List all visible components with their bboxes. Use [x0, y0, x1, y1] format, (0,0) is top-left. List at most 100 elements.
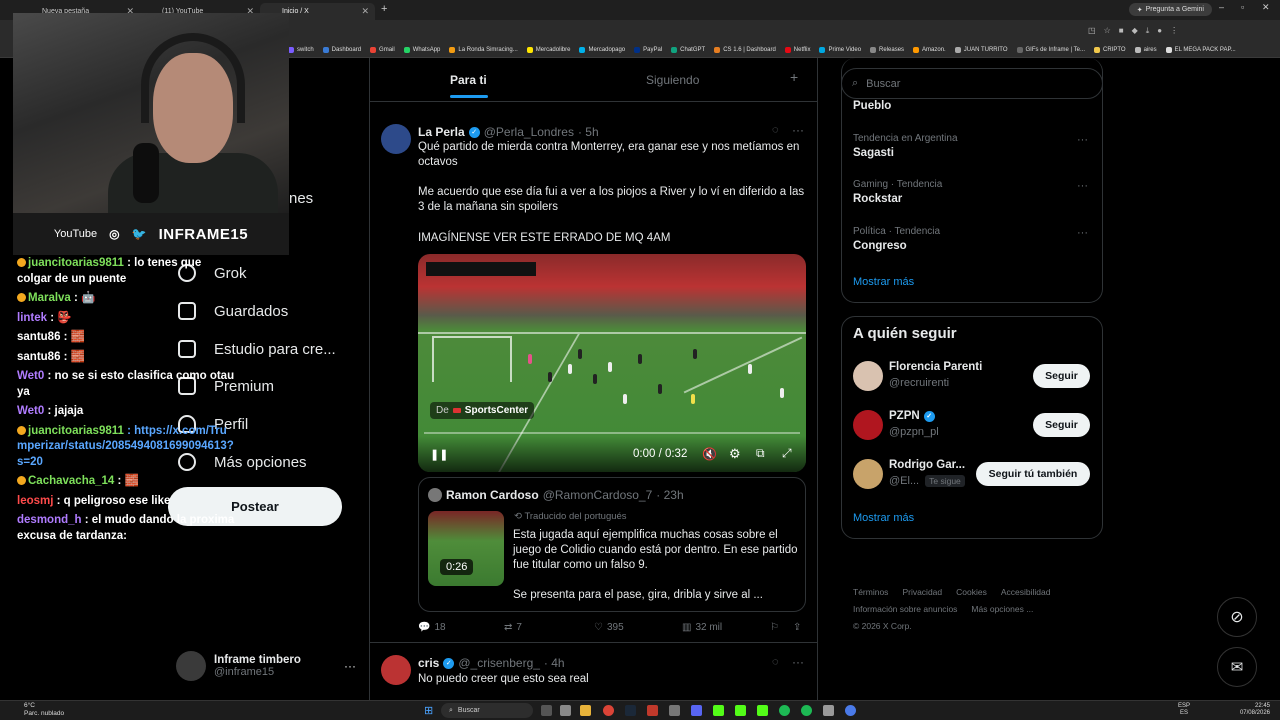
kick-icon[interactable]: [713, 705, 724, 716]
extension-icon[interactable]: ◆: [1132, 26, 1138, 36]
bookmark-item[interactable]: WhatsApp: [403, 46, 440, 53]
chat-username[interactable]: santu86: [17, 331, 60, 343]
views-button[interactable]: ▥ 32 mil: [682, 622, 722, 633]
discord-icon[interactable]: [691, 705, 702, 716]
footer-link[interactable]: Accesibilidad: [1001, 584, 1051, 601]
like-button[interactable]: ♡ 395: [594, 622, 624, 633]
follow-show-more-link[interactable]: Mostrar más: [853, 512, 914, 524]
menu-icon[interactable]: ⋮: [1170, 26, 1178, 36]
add-feed-icon[interactable]: +: [790, 69, 798, 85]
start-icon[interactable]: ⊞: [424, 704, 433, 717]
avatar[interactable]: [381, 124, 411, 154]
grok-icon[interactable]: ◌: [772, 656, 779, 668]
bookmark-item[interactable]: switch: [288, 46, 314, 53]
footer-link[interactable]: Información sobre anuncios: [853, 601, 957, 618]
profile-icon[interactable]: ●: [1157, 26, 1162, 36]
messages-float-button[interactable]: ✉: [1217, 647, 1257, 687]
bookmark-item[interactable]: CRIPTO: [1094, 46, 1126, 53]
bookmark-item[interactable]: EL MEGA PACK PAP...: [1165, 46, 1236, 53]
suggested-user-name[interactable]: Florencia Parenti: [889, 361, 982, 373]
steam-icon[interactable]: [625, 705, 636, 716]
avatar[interactable]: [853, 459, 883, 489]
author-handle[interactable]: @_crisenberg_: [458, 656, 540, 670]
footer-link[interactable]: Más opciones ...: [971, 601, 1033, 618]
translation-notice[interactable]: ⟲ Traducido del portugués: [514, 511, 627, 522]
suggested-user-name[interactable]: Rodrigo Gar...: [889, 459, 965, 471]
more-icon[interactable]: ···: [792, 123, 804, 137]
pause-icon[interactable]: ❚❚: [430, 448, 448, 461]
chat-username[interactable]: juancitoarias9811: [28, 257, 124, 269]
repost-button[interactable]: ⇄ 7: [504, 622, 522, 633]
tab-following[interactable]: Siguiendo: [646, 73, 699, 87]
bookmark-item[interactable]: Mercadolibre: [526, 46, 570, 53]
reply-button[interactable]: 💬 18: [418, 622, 446, 633]
more-icon[interactable]: ···: [344, 659, 356, 673]
bookmark-item[interactable]: Amazon.: [913, 46, 946, 53]
picture-in-picture-icon[interactable]: ⧉: [756, 446, 765, 461]
weather-widget[interactable]: 6°C Parc. nublado: [8, 702, 64, 718]
minimize-icon[interactable]: –: [1219, 2, 1224, 12]
chat-username[interactable]: Wet0: [17, 370, 44, 382]
tweet-time[interactable]: · 5h: [578, 125, 599, 139]
chat-username[interactable]: juancitoarias9811: [28, 425, 124, 437]
mute-icon[interactable]: 🔇: [702, 447, 717, 461]
kick-icon[interactable]: [757, 705, 768, 716]
trend-name[interactable]: Rockstar: [853, 193, 902, 205]
more-icon[interactable]: ···: [1077, 227, 1088, 239]
chat-username[interactable]: Wet0: [17, 405, 44, 417]
chat-username[interactable]: lintek: [17, 312, 47, 324]
account-switcher[interactable]: Inframe timbero @inframe15 ···: [176, 646, 356, 686]
video-source-label[interactable]: De SportsCenter: [430, 402, 535, 419]
app-icon[interactable]: [560, 705, 571, 716]
chrome-icon[interactable]: [603, 705, 614, 716]
chat-username[interactable]: leosmj: [17, 495, 53, 507]
bookmark-item[interactable]: CS 1.6 | Dashboard: [714, 46, 776, 53]
author-name[interactable]: La Perla: [418, 125, 465, 139]
author-name[interactable]: cris: [418, 656, 439, 670]
chat-username[interactable]: santu86: [17, 351, 60, 363]
bookmark-item[interactable]: JUAN TURRITO: [954, 46, 1008, 53]
bookmark-item[interactable]: ChatGPT: [671, 46, 705, 53]
app-icon[interactable]: [823, 705, 834, 716]
bookmark-item[interactable]: Gmail: [370, 46, 395, 53]
maximize-icon[interactable]: ▫: [1241, 2, 1244, 12]
follow-button[interactable]: Seguir: [1033, 413, 1090, 437]
task-view-icon[interactable]: [541, 705, 552, 716]
fullscreen-icon[interactable]: ⤢: [782, 446, 792, 461]
bookmark-item[interactable]: Dashboard: [322, 46, 361, 53]
download-icon[interactable]: ⤓: [1146, 26, 1150, 36]
avatar[interactable]: [853, 361, 883, 391]
avatar[interactable]: [381, 655, 411, 685]
trends-show-more-link[interactable]: Mostrar más: [853, 276, 914, 288]
clock[interactable]: 22:45 07/08/2026: [1228, 703, 1270, 717]
grok-icon[interactable]: ◌: [772, 124, 779, 136]
share-button[interactable]: ⇪: [793, 622, 801, 633]
window-close-icon[interactable]: ✕: [1262, 2, 1270, 13]
trend-name[interactable]: Sagasti: [853, 147, 894, 159]
bookmark-item[interactable]: La Ronda Simracing...: [449, 46, 518, 53]
tweet-time[interactable]: · 4h: [544, 656, 565, 670]
spotify-icon[interactable]: [779, 705, 790, 716]
bookmark-item[interactable]: PayPal: [634, 46, 662, 53]
bookmark-item[interactable]: Prime Video: [819, 46, 861, 53]
app-icon[interactable]: [845, 705, 856, 716]
bookmark-item[interactable]: Releases: [870, 46, 904, 53]
language-indicator[interactable]: ESP ES: [1178, 703, 1190, 717]
bookmark-item[interactable]: Mercadopago: [579, 46, 625, 53]
author-handle[interactable]: @Perla_Londres: [484, 125, 574, 139]
star-icon[interactable]: ☆: [1104, 26, 1111, 36]
extension-icon[interactable]: ■: [1119, 26, 1124, 36]
more-icon[interactable]: ···: [1077, 134, 1088, 146]
follow-button[interactable]: Seguir: [1033, 364, 1090, 388]
trend-name[interactable]: Pueblo: [853, 100, 891, 112]
close-icon[interactable]: ✕: [361, 6, 369, 17]
bookmark-button[interactable]: ⚐: [770, 622, 779, 633]
bookmark-item[interactable]: GIFs de Inframe | Te...: [1016, 46, 1085, 53]
quote-video-thumbnail[interactable]: 0:26: [428, 511, 504, 586]
new-tab-icon[interactable]: +: [381, 3, 387, 15]
trend-name[interactable]: Congreso: [853, 240, 907, 252]
bookmark-item[interactable]: Netflix: [784, 46, 810, 53]
settings-icon[interactable]: ⚙: [729, 446, 741, 462]
quoted-tweet[interactable]: Ramon Cardoso @RamonCardoso_7 · 23h 0:26…: [418, 477, 806, 612]
chat-username[interactable]: desmond_h: [17, 514, 82, 526]
